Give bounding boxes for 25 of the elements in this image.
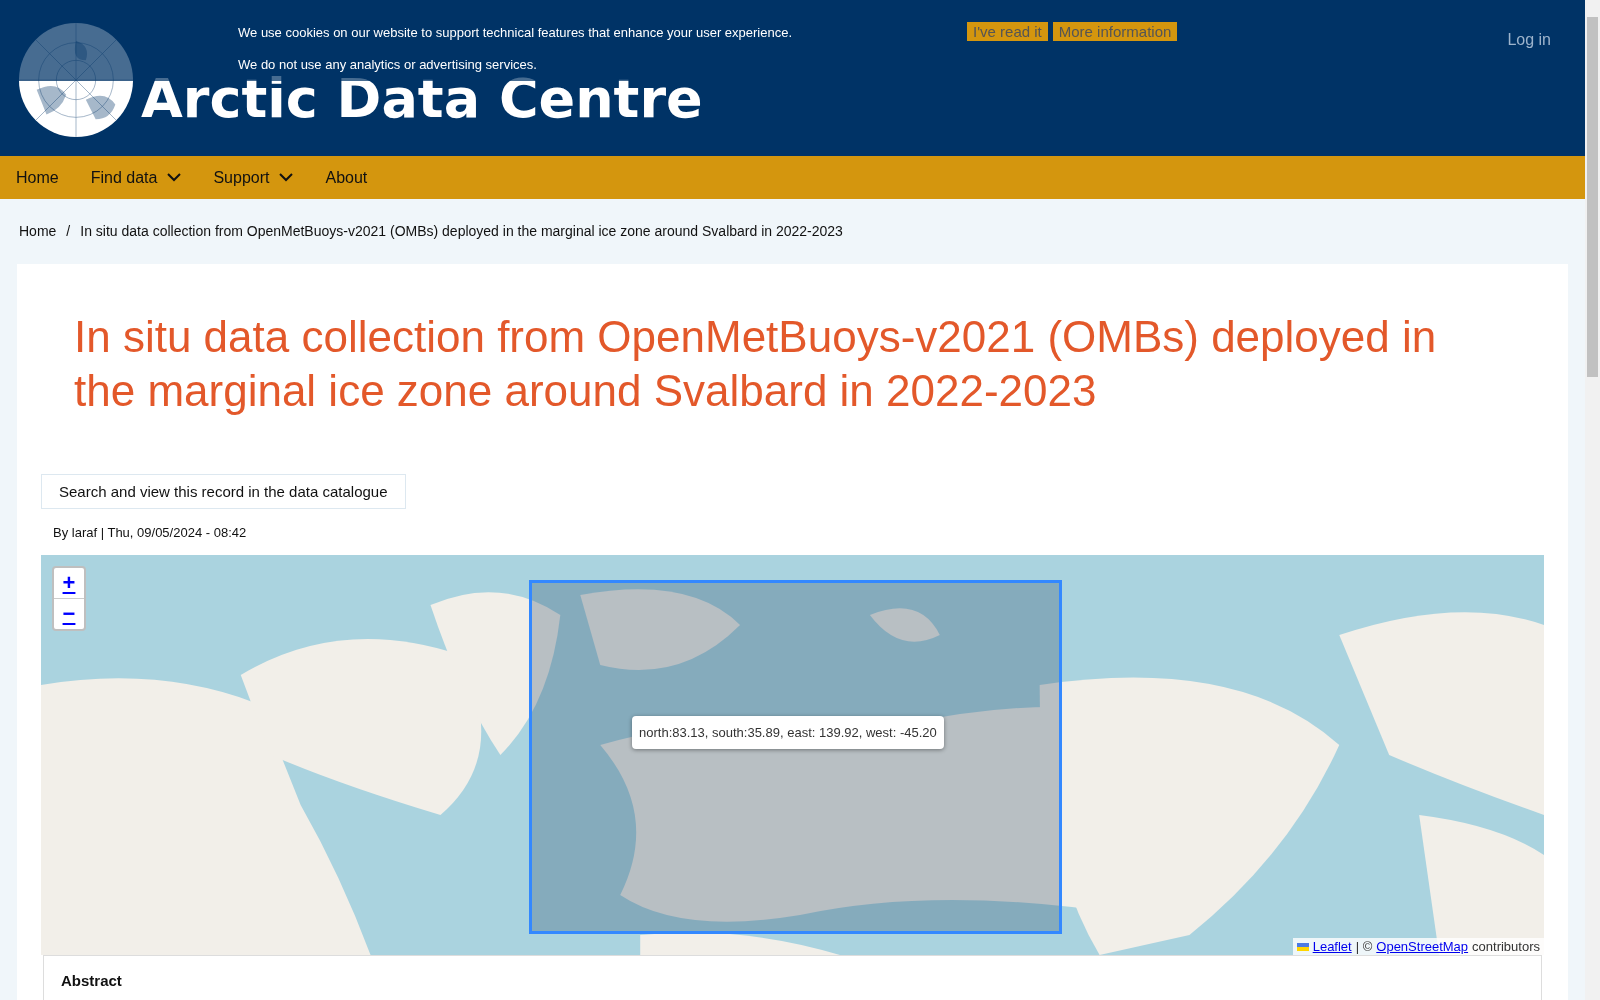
- cookie-message: We use cookies on our website to support technical features that enhance your user experience.: [238, 25, 793, 40]
- flag-icon: [1296, 942, 1309, 951]
- attribution-text: contributors: [1472, 939, 1540, 954]
- map-tooltip: north:83.13, south:35.89, east: 139.92, west: -45.20: [632, 716, 944, 749]
- byline: By laraf | Thu, 09/05/2024 - 08:42: [52, 524, 248, 542]
- nav-item[interactable]: Find data: [90, 168, 182, 187]
- scrollbar-thumb[interactable]: [1587, 17, 1598, 377]
- breadcrumb-link[interactable]: Home: [19, 223, 57, 239]
- map[interactable]: + − north:83.13, south:35.89, east: 139.92, west: -45.20 Leaflet | © OpenStreetMap contributors: [41, 555, 1544, 955]
- breadcrumb-current[interactable]: In situ data collection from OpenMetBuoys-v2021 (OMBs) deployed in the marginal ice zone around Svalbard in 2022-2023: [80, 223, 843, 239]
- cookie-message: We do not use any analytics or advertising services.: [238, 57, 538, 72]
- zoom-in-button[interactable]: +: [54, 568, 84, 598]
- page-title: In situ data collection from OpenMetBuoys-v2021 (OMBs) deployed in the marginal ice zone around Svalbard in 2022-2023: [73, 311, 1438, 417]
- nav-item[interactable]: Home: [16, 168, 59, 187]
- nav-item[interactable]: About: [325, 168, 368, 187]
- login-link[interactable]: Log in: [1507, 31, 1551, 49]
- catalogue-button[interactable]: Search and view this record in the data catalogue: [41, 474, 406, 509]
- scrollbar[interactable]: [1585, 0, 1600, 1000]
- openstreetmap-link[interactable]: OpenStreetMap: [1376, 939, 1469, 954]
- zoom-out-button[interactable]: −: [54, 598, 84, 629]
- breadcrumb-separator: /: [66, 223, 71, 239]
- abstract-heading: Abstract: [61, 972, 123, 989]
- nav-item[interactable]: Support: [213, 168, 294, 187]
- attribution-separator: | ©: [1355, 939, 1373, 954]
- leaflet-link[interactable]: Leaflet: [1312, 939, 1352, 954]
